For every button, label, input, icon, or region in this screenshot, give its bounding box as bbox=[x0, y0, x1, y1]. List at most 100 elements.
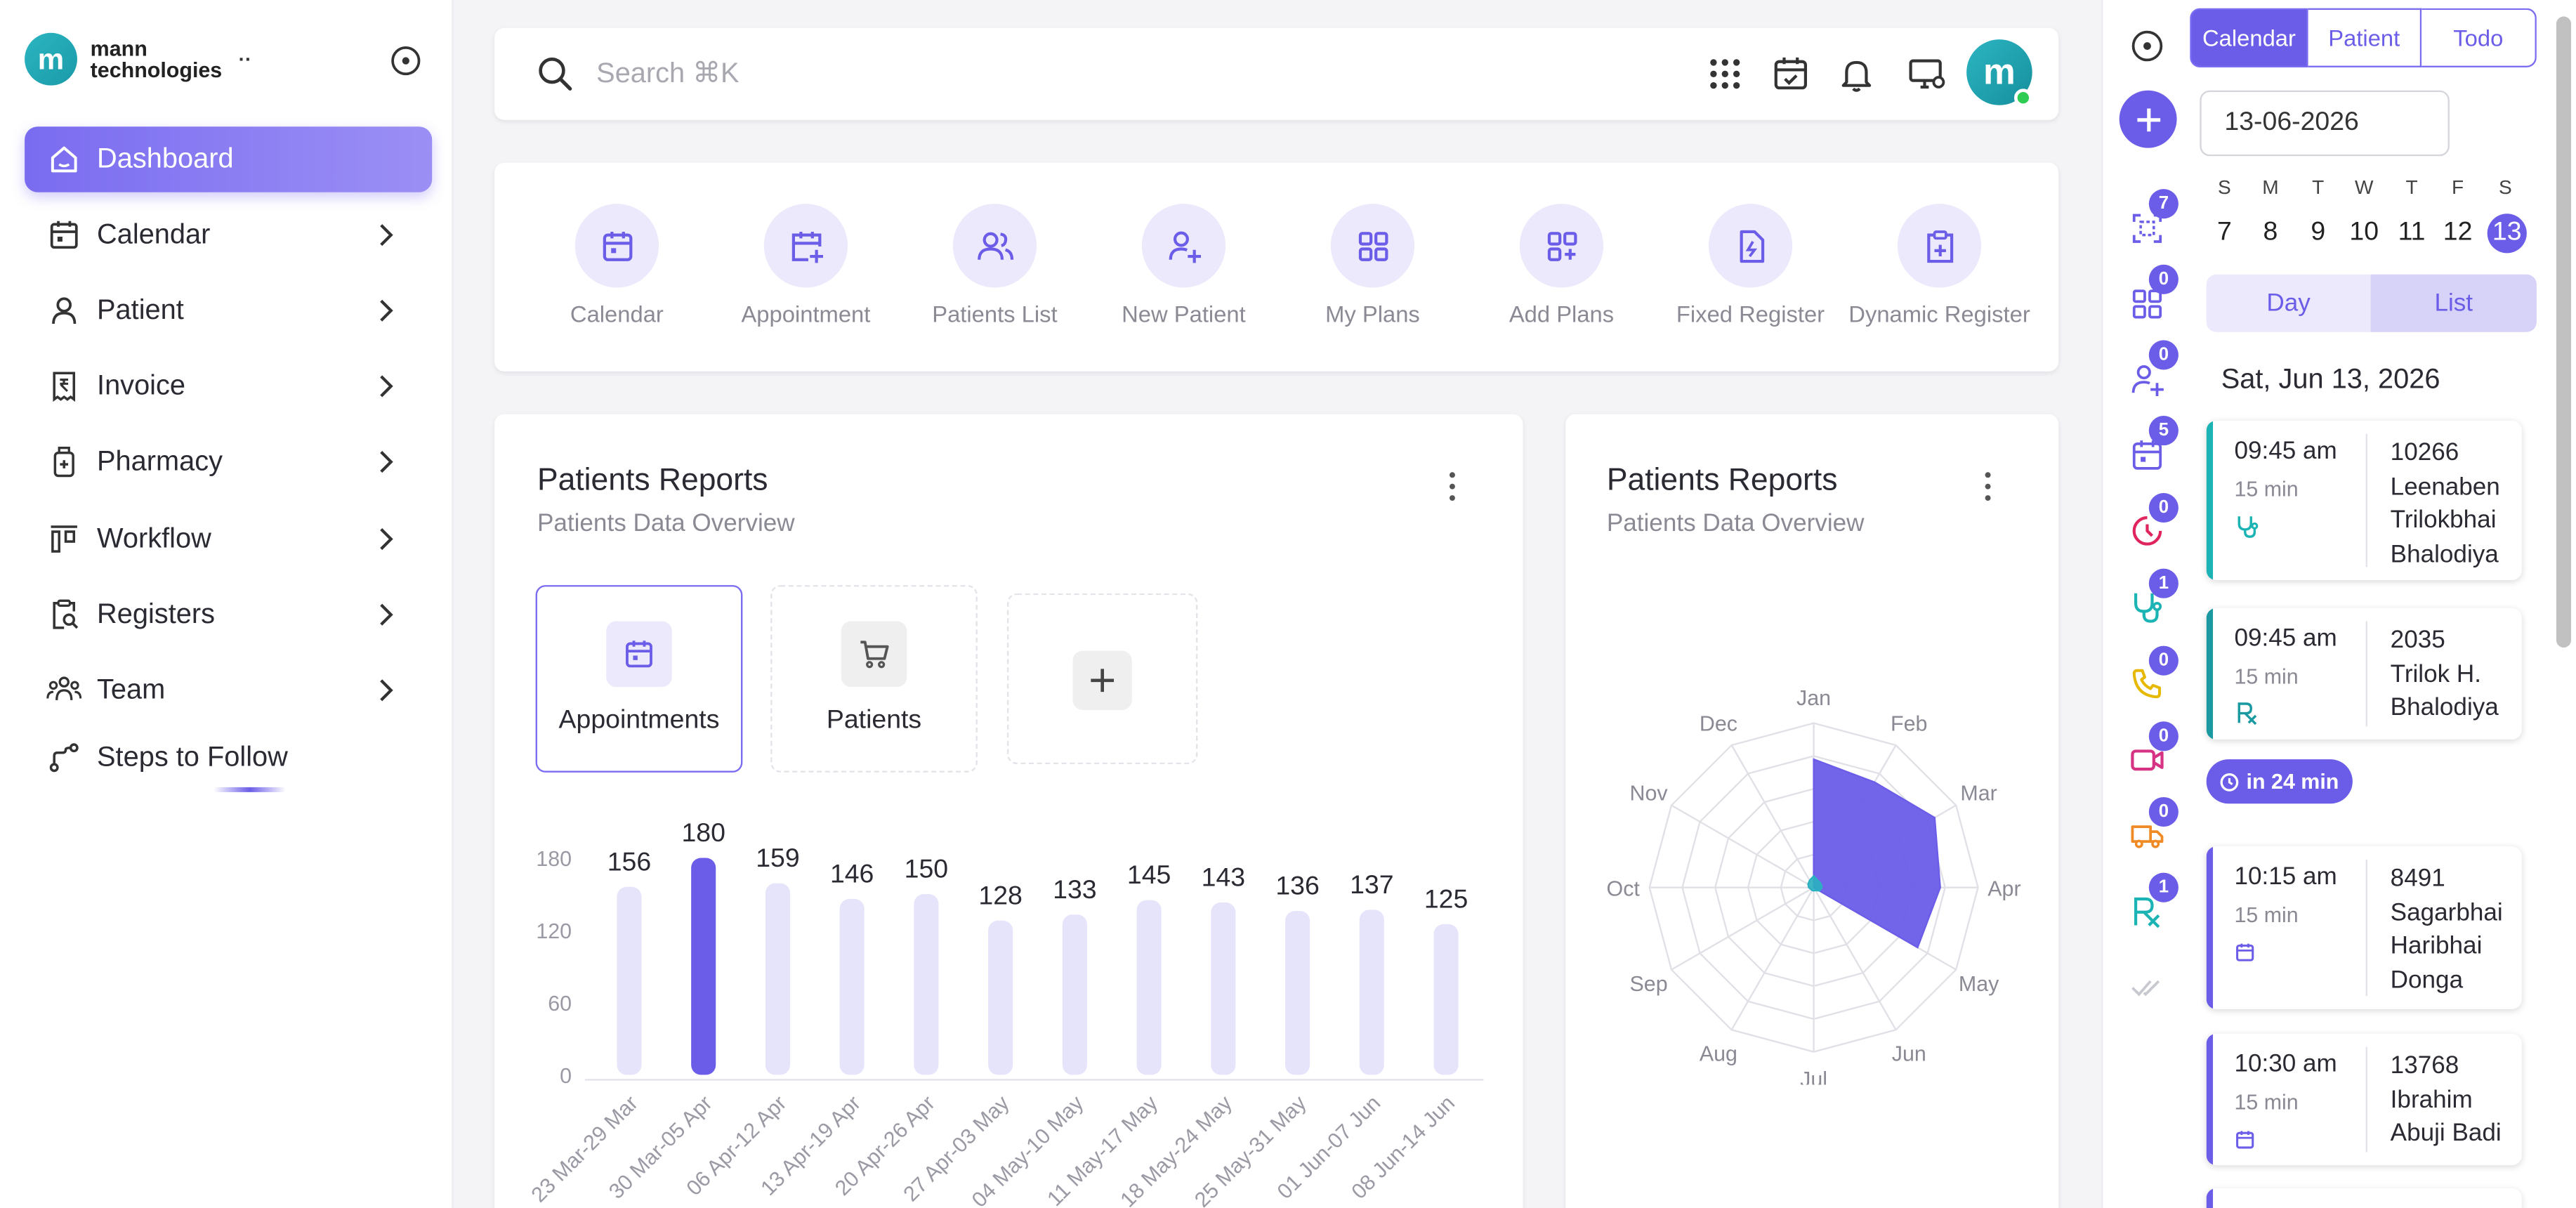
date-field[interactable]: 13-06-2026 bbox=[2200, 90, 2450, 157]
quick-action-add-plans[interactable]: Add Plans bbox=[1467, 204, 1656, 327]
appointment-card[interactable]: 09:45 am 15 min 2035 Trilok H. Bhalodiya bbox=[2206, 608, 2522, 740]
brand-name-line2: technologies bbox=[90, 57, 223, 83]
bar[interactable] bbox=[988, 920, 1013, 1075]
appointment-card[interactable]: 10:30 am 15 min 13768 Ibrahim Abuji Badi bbox=[2206, 1033, 2522, 1166]
sidebar-item-workflow[interactable]: Workflow bbox=[25, 506, 432, 572]
sidebar-item-registers[interactable]: Registers bbox=[25, 582, 432, 648]
divider bbox=[2365, 621, 2367, 727]
bar[interactable] bbox=[1359, 910, 1384, 1075]
day-cell[interactable]: 8 bbox=[2249, 216, 2292, 251]
tab-patients[interactable]: Patients bbox=[770, 585, 978, 773]
quick-action-new-patient[interactable]: New Patient bbox=[1089, 204, 1278, 327]
day-cell[interactable]: 12 bbox=[2436, 216, 2479, 251]
tab-list-view[interactable]: List bbox=[2370, 274, 2537, 332]
calendar-check-icon[interactable] bbox=[1771, 54, 1811, 93]
more-options-icon[interactable] bbox=[1439, 470, 1465, 503]
patient-info: 13768 Ibrahim Abuji Badi bbox=[2391, 1050, 2502, 1151]
appointment-card[interactable] bbox=[2206, 1188, 2522, 1208]
bar[interactable] bbox=[1062, 914, 1087, 1075]
sidebar-item-pharmacy[interactable]: Pharmacy bbox=[25, 429, 432, 495]
card-title: Patients Reports bbox=[1606, 463, 1838, 499]
bar[interactable] bbox=[617, 886, 642, 1075]
appointment-card[interactable]: 09:45 am 15 min 10266 Leenaben Trilokbha… bbox=[2206, 421, 2522, 581]
quick-action-dynamic-register[interactable]: Dynamic Register bbox=[1845, 204, 2034, 327]
radar-axis-label: Jan bbox=[1796, 686, 1831, 710]
radar-axis-label: Mar bbox=[1960, 782, 1997, 806]
y-tick-label: 120 bbox=[536, 919, 572, 943]
upcoming-badge: in 24 min bbox=[2206, 759, 2353, 804]
sidebar-item-team[interactable]: Team bbox=[25, 657, 432, 723]
bar[interactable] bbox=[1136, 900, 1162, 1075]
day-cell-selected[interactable]: 13 bbox=[2487, 214, 2527, 254]
more-options-icon[interactable] bbox=[1975, 470, 2001, 503]
bar-value-label: 156 bbox=[607, 846, 651, 876]
target-icon[interactable] bbox=[389, 44, 422, 77]
tab-todo[interactable]: Todo bbox=[2421, 8, 2537, 67]
sidebar-item-calendar[interactable]: Calendar bbox=[25, 202, 432, 268]
count-badge: 0 bbox=[2148, 796, 2179, 827]
radar-axis-label: Oct bbox=[1607, 877, 1641, 900]
target-icon[interactable] bbox=[2129, 28, 2165, 64]
quick-action-calendar[interactable]: Calendar bbox=[523, 204, 711, 327]
day-cell[interactable]: 11 bbox=[2391, 216, 2433, 251]
patient-info: 2035 Trilok H. Bhalodiya bbox=[2391, 624, 2499, 726]
apps-grid-icon[interactable] bbox=[1705, 54, 1744, 93]
bar[interactable] bbox=[765, 883, 790, 1075]
chevron-right-icon bbox=[380, 224, 393, 247]
bar-value-label: 150 bbox=[905, 854, 948, 884]
bar[interactable] bbox=[1211, 902, 1236, 1075]
bar[interactable] bbox=[691, 858, 716, 1075]
appointment-time: 09:45 am bbox=[2234, 437, 2337, 466]
add-report-tab-button[interactable] bbox=[1006, 593, 1198, 765]
quick-action-appointment[interactable]: Appointment bbox=[711, 204, 900, 327]
search-input[interactable] bbox=[596, 49, 1254, 99]
quick-action-patients-list[interactable]: Patients List bbox=[900, 204, 1089, 327]
plus-icon bbox=[1072, 650, 1132, 710]
user-plus-icon bbox=[1141, 204, 1226, 288]
quick-action-my-plans[interactable]: My Plans bbox=[1278, 204, 1467, 327]
brand[interactable]: m mann technologies ·· bbox=[25, 32, 251, 86]
progress-underline bbox=[213, 787, 287, 792]
accent-bar bbox=[2206, 1188, 2214, 1208]
tab-day-view[interactable]: Day bbox=[2206, 274, 2371, 332]
accent-bar bbox=[2206, 846, 2214, 1009]
bar[interactable] bbox=[1433, 924, 1459, 1075]
card-subtitle: Patients Data Overview bbox=[537, 509, 795, 538]
bar[interactable] bbox=[839, 898, 865, 1075]
appointment-card[interactable]: 10:15 am 15 min 8491 Sagarbhai Haribhai … bbox=[2206, 846, 2522, 1009]
sidebar-item-steps-to-follow[interactable]: Steps to Follow bbox=[25, 725, 432, 791]
day-cell[interactable]: 10 bbox=[2343, 216, 2386, 251]
quick-action-label: Appointment bbox=[741, 301, 871, 327]
patient-info: 10266 Leenaben Trilokbhai Bhalodiya bbox=[2391, 437, 2500, 572]
radar-axis-label: Sep bbox=[1630, 972, 1668, 996]
sidebar-item-invoice[interactable]: Invoice bbox=[25, 353, 432, 419]
calendar-plus-icon bbox=[763, 204, 848, 288]
count-badge: 0 bbox=[2148, 264, 2179, 294]
quick-action-fixed-register[interactable]: Fixed Register bbox=[1656, 204, 1845, 327]
appointment-duration: 15 min bbox=[2234, 1089, 2299, 1115]
sidebar-item-dashboard[interactable]: Dashboard bbox=[25, 126, 433, 192]
sidebar-item-label: Dashboard bbox=[97, 143, 234, 175]
day-cell[interactable]: 7 bbox=[2203, 216, 2246, 251]
quick-action-label: Dynamic Register bbox=[1848, 301, 2030, 327]
day-cell[interactable]: 9 bbox=[2296, 216, 2339, 251]
grid-icon bbox=[1330, 204, 1415, 288]
screen-settings-icon[interactable] bbox=[1907, 54, 1947, 93]
tab-appointments[interactable]: Appointments bbox=[535, 585, 743, 773]
add-button[interactable] bbox=[2119, 90, 2177, 148]
home-icon bbox=[44, 140, 84, 179]
bar[interactable] bbox=[914, 894, 939, 1075]
tab-calendar[interactable]: Calendar bbox=[2190, 8, 2308, 67]
radar-axis-label: Jun bbox=[1892, 1042, 1926, 1065]
invoice-icon bbox=[44, 367, 84, 406]
bell-icon[interactable] bbox=[1836, 54, 1876, 93]
quick-action-label: Calendar bbox=[570, 301, 664, 327]
scrollbar[interactable] bbox=[2556, 16, 2572, 648]
file-bolt-icon bbox=[1708, 204, 1793, 288]
bar[interactable] bbox=[1285, 911, 1310, 1075]
tab-patient[interactable]: Patient bbox=[2308, 8, 2422, 67]
grid-plus-icon bbox=[1519, 204, 1604, 288]
double-check-icon[interactable] bbox=[2129, 970, 2165, 1006]
sidebar-item-patient[interactable]: Patient bbox=[25, 277, 432, 343]
divider bbox=[2365, 433, 2367, 567]
